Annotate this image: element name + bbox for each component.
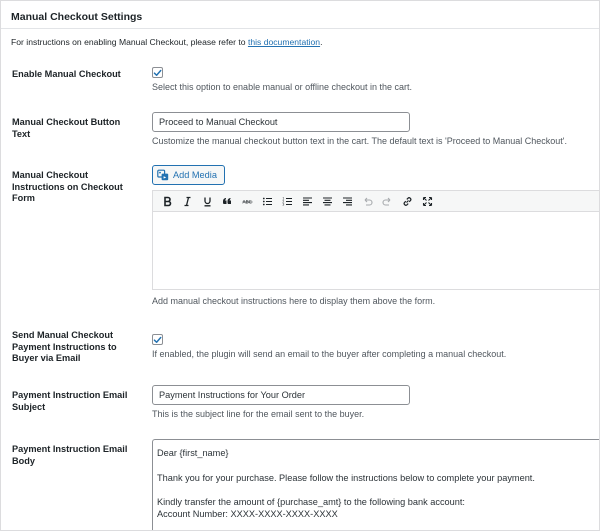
intro-end: . xyxy=(320,37,323,47)
email-body-line xyxy=(157,484,597,496)
add-media-button[interactable]: Add Media xyxy=(152,165,225,185)
redo-icon[interactable] xyxy=(377,191,397,211)
email-body-label: Payment Instruction Email Body xyxy=(12,444,128,466)
email-body-line: Account Number: XXXX-XXXX-XXXX-XXXX xyxy=(157,509,338,520)
title-divider xyxy=(1,28,599,29)
svg-text:ABC: ABC xyxy=(242,199,251,205)
send-email-label: Send Manual Checkout Payment Instruction… xyxy=(12,330,117,363)
fullscreen-icon[interactable] xyxy=(417,191,437,211)
email-body-textarea[interactable]: Dear {first_name} Thank you for your pur… xyxy=(152,439,599,530)
email-body-line xyxy=(157,459,597,471)
underline-icon[interactable] xyxy=(197,191,217,211)
send-email-description: If enabled, the plugin will send an emai… xyxy=(152,349,507,359)
instructions-description: Add manual checkout instructions here to… xyxy=(152,296,436,306)
instructions-label: Manual Checkout Instructions on Checkout… xyxy=(12,170,123,203)
email-body-line: Dear {first_name} xyxy=(157,448,229,458)
numbered-list-icon[interactable]: 123 xyxy=(277,191,297,211)
strikethrough-icon[interactable]: ABC xyxy=(237,191,257,211)
instructions-editor[interactable]: ABC 123 xyxy=(152,190,599,290)
email-subject-description: This is the subject line for the email s… xyxy=(152,409,365,419)
intro-text: For instructions on enabling Manual Chec… xyxy=(11,37,322,47)
section-title: Manual Checkout Settings xyxy=(11,11,143,23)
enable-checkout-description: Select this option to enable manual or o… xyxy=(152,82,412,92)
enable-checkout-label: Enable Manual Checkout xyxy=(12,69,121,79)
settings-panel: Manual Checkout Settings For instruction… xyxy=(0,0,600,531)
italic-icon[interactable] xyxy=(177,191,197,211)
add-media-icon xyxy=(157,169,169,181)
email-body-line: Kindly transfer the amount of {purchase_… xyxy=(157,497,465,508)
enable-checkout-checkbox[interactable] xyxy=(152,67,163,78)
svg-text:3: 3 xyxy=(282,202,284,206)
email-subject-label: Payment Instruction Email Subject xyxy=(12,390,128,412)
blockquote-icon[interactable] xyxy=(217,191,237,211)
add-media-label: Add Media xyxy=(173,170,217,180)
align-right-icon[interactable] xyxy=(337,191,357,211)
align-left-icon[interactable] xyxy=(297,191,317,211)
button-text-input[interactable]: Proceed to Manual Checkout xyxy=(152,112,410,132)
undo-icon[interactable] xyxy=(357,191,377,211)
email-subject-input[interactable]: Payment Instructions for Your Order xyxy=(152,385,410,405)
link-icon[interactable] xyxy=(397,191,417,211)
bold-icon[interactable] xyxy=(157,191,177,211)
email-body-line: Thank you for your purchase. Please foll… xyxy=(157,472,535,483)
intro-lead: For instructions on enabling Manual Chec… xyxy=(11,37,248,47)
button-text-description: Customize the manual checkout button tex… xyxy=(152,136,567,146)
button-text-label: Manual Checkout Button Text xyxy=(12,117,121,139)
documentation-link[interactable]: this documentation xyxy=(248,37,320,47)
checkmark-icon xyxy=(153,69,162,76)
align-center-icon[interactable] xyxy=(317,191,337,211)
send-email-checkbox[interactable] xyxy=(152,334,163,345)
bullet-list-icon[interactable] xyxy=(257,191,277,211)
editor-toolbar: ABC 123 xyxy=(153,191,599,212)
checkmark-icon xyxy=(153,336,162,343)
